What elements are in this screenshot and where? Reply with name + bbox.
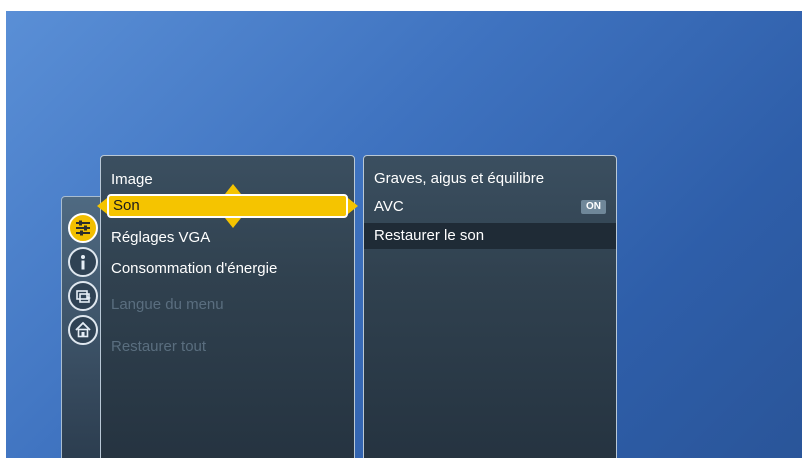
home-glyph bbox=[75, 321, 91, 338]
settings-menu-panel: Image Son Réglages VGA Consommation d'én… bbox=[97, 155, 358, 458]
sources-icon[interactable] bbox=[68, 281, 98, 311]
submenu-item-avc[interactable]: AVC ON bbox=[364, 194, 616, 220]
menu-item-son[interactable]: Son bbox=[97, 184, 358, 228]
menu-item-restaurer-tout: Restaurer tout bbox=[111, 338, 207, 355]
submenu-item-graves-aigus-equilibre[interactable]: Graves, aigus et équilibre bbox=[364, 166, 616, 192]
sound-submenu-panel: Graves, aigus et équilibre AVC ON Restau… bbox=[363, 155, 617, 458]
menu-item-langue-du-menu: Langue du menu bbox=[111, 296, 224, 313]
tv-screen: Image Son Réglages VGA Consommation d'én… bbox=[6, 11, 802, 458]
menu-item-reglages-vga[interactable]: Réglages VGA bbox=[111, 226, 354, 250]
home-icon[interactable] bbox=[68, 315, 98, 345]
arrow-left-icon bbox=[97, 198, 107, 214]
arrow-right-icon bbox=[348, 198, 358, 214]
settings-sliders-glyph bbox=[76, 220, 90, 236]
info-icon[interactable] bbox=[68, 247, 98, 277]
sources-glyph bbox=[76, 290, 91, 303]
avc-status-badge: ON bbox=[581, 200, 606, 214]
arrow-up-icon bbox=[225, 184, 241, 194]
submenu-item-avc-label: AVC bbox=[374, 198, 404, 215]
menu-item-consommation-energie[interactable]: Consommation d'énergie bbox=[111, 257, 354, 281]
info-glyph bbox=[81, 255, 85, 270]
settings-icon[interactable] bbox=[68, 213, 98, 243]
menu-item-son-label: Son bbox=[113, 197, 140, 214]
submenu-item-restaurer-le-son[interactable]: Restaurer le son bbox=[364, 223, 616, 249]
